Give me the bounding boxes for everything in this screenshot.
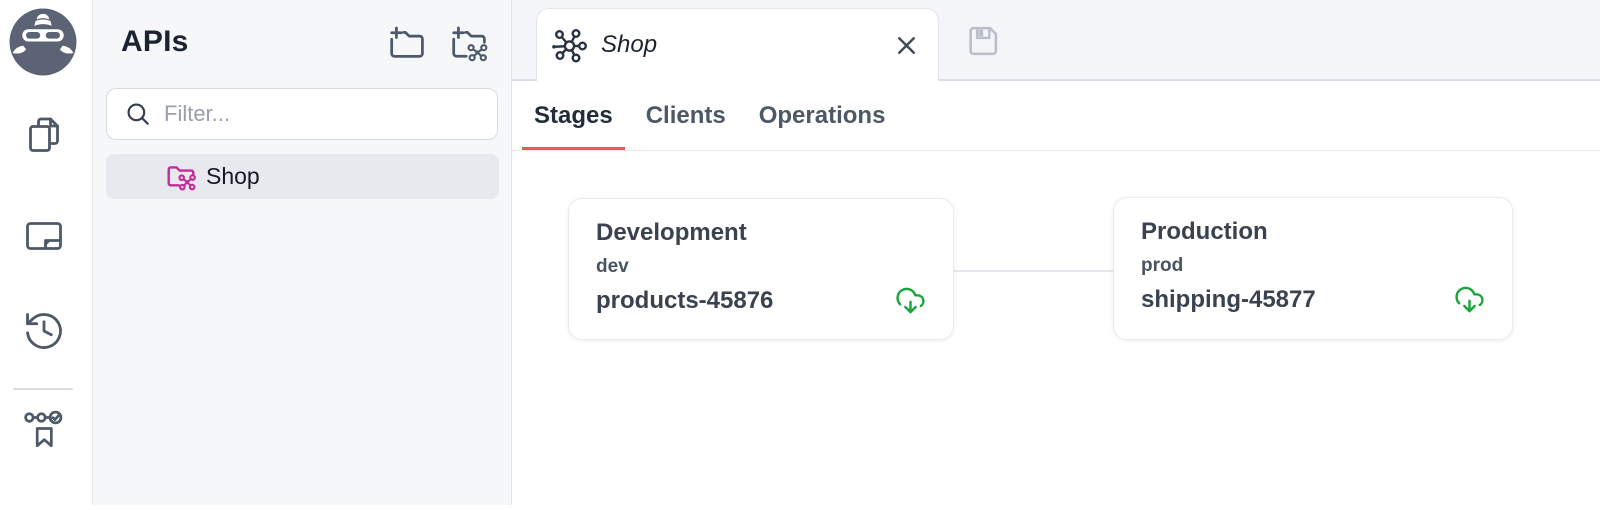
editor-main: Shop Stages Clients Operations Developme…: [512, 0, 1600, 510]
gorilla-logo-icon: [9, 8, 77, 76]
filter-box: [106, 88, 498, 140]
stage-connector-line: [953, 270, 1115, 272]
tab-shop[interactable]: Shop: [536, 8, 939, 81]
sidebar-title: APIs: [121, 25, 189, 58]
tab-clients[interactable]: Clients: [634, 81, 738, 150]
editor-tabbar: Shop: [512, 0, 1600, 81]
sidebar-item-label: Shop: [206, 163, 260, 189]
tab-stages[interactable]: Stages: [522, 81, 625, 150]
stage-id: prod: [1141, 255, 1184, 276]
app-window: APIs Filter... Shop Shop Stages Clients …: [0, 0, 1600, 510]
search-icon: [127, 103, 149, 125]
save-floppy-icon[interactable]: [964, 22, 1002, 60]
copy-icon[interactable]: [21, 112, 67, 158]
new-api-folder-icon[interactable]: [450, 25, 488, 63]
sidebar-item-shop[interactable]: Shop: [106, 154, 499, 199]
checks-bookmark-icon[interactable]: [21, 406, 67, 452]
history-icon[interactable]: [21, 308, 67, 354]
tab-title: Shop: [601, 31, 658, 58]
stage-deployment: shipping-45877: [1141, 285, 1316, 313]
apis-sidebar: APIs Filter... Shop: [93, 0, 512, 505]
new-folder-icon[interactable]: [388, 25, 426, 63]
api-network-icon: [552, 28, 588, 63]
stage-subtabs: Stages Clients Operations: [512, 81, 1600, 151]
close-icon[interactable]: [892, 31, 920, 59]
nav-rail: [0, 0, 93, 505]
rail-divider: [13, 388, 73, 390]
picture-in-picture-icon[interactable]: [21, 213, 67, 259]
stage-card-production[interactable]: Production prod shipping-45877: [1113, 197, 1513, 340]
stage-id: dev: [596, 256, 629, 277]
cloud-download-icon[interactable]: [1454, 284, 1485, 315]
api-folder-icon: [167, 166, 196, 191]
stage-card-development[interactable]: Development dev products-45876: [568, 198, 954, 340]
cloud-download-icon[interactable]: [895, 285, 926, 316]
stage-title: Production: [1141, 218, 1268, 245]
tab-operations[interactable]: Operations: [747, 81, 898, 150]
stage-title: Development: [596, 219, 747, 246]
filter-input[interactable]: [164, 101, 483, 127]
gorilla-logo[interactable]: [9, 8, 77, 76]
stage-deployment: products-45876: [596, 286, 774, 314]
